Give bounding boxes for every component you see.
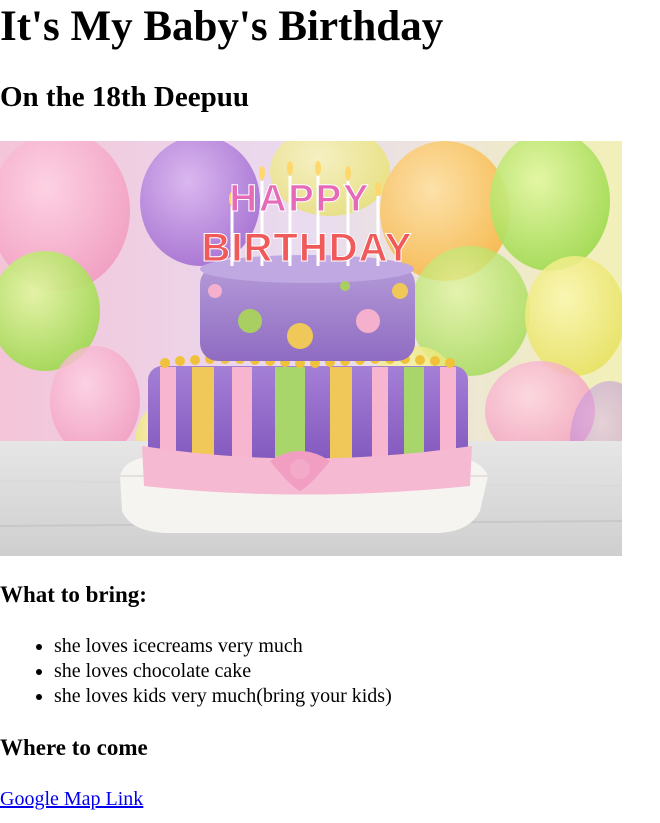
google-map-link[interactable]: Google Map Link [0, 786, 143, 812]
page-title: It's My Baby's Birthday [0, 3, 444, 50]
where-heading: Where to come [0, 735, 148, 760]
bring-list: she loves icecreams very much she loves … [0, 634, 392, 709]
list-item: she loves chocolate cake [54, 659, 392, 684]
page-subtitle: On the 18th Deepuu [0, 81, 249, 113]
bring-heading: What to bring: [0, 582, 147, 607]
topper-line2: BIRTHDAY [202, 226, 413, 270]
list-item: she loves icecreams very much [54, 634, 392, 659]
birthday-cake-image: HAPPY BIRTHDAY [0, 141, 622, 556]
list-item: she loves kids very much(bring your kids… [54, 684, 392, 709]
topper-line1: HAPPY [230, 178, 371, 220]
